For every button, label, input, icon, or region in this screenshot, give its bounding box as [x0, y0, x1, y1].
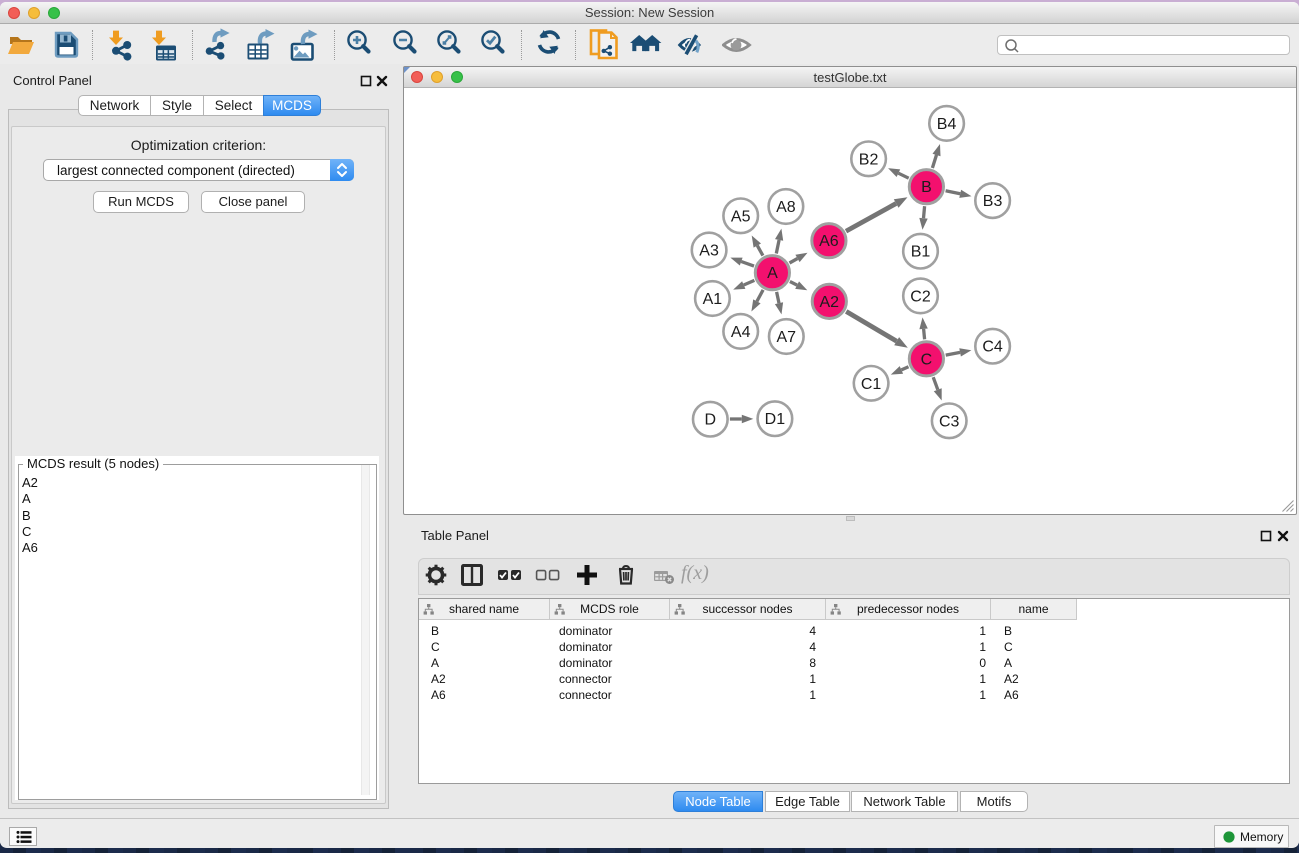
svg-text:A4: A4 [731, 324, 751, 341]
svg-text:C3: C3 [939, 413, 960, 430]
svg-text:A6: A6 [819, 233, 839, 250]
svg-text:C1: C1 [861, 376, 882, 393]
svg-text:A7: A7 [777, 329, 797, 346]
svg-text:B1: B1 [911, 244, 931, 261]
svg-text:B2: B2 [859, 151, 879, 168]
svg-text:C: C [921, 351, 933, 368]
svg-text:A2: A2 [820, 294, 840, 311]
svg-text:A3: A3 [699, 243, 719, 260]
svg-text:C2: C2 [910, 288, 931, 305]
svg-text:A1: A1 [703, 291, 723, 308]
svg-text:A8: A8 [776, 199, 796, 216]
svg-text:B: B [921, 179, 932, 196]
svg-text:D1: D1 [765, 411, 786, 428]
svg-text:C4: C4 [982, 339, 1003, 356]
svg-text:D: D [705, 412, 717, 429]
svg-text:B3: B3 [983, 193, 1003, 210]
svg-text:A: A [767, 265, 778, 282]
svg-text:A5: A5 [731, 208, 751, 225]
svg-text:B4: B4 [937, 116, 957, 133]
